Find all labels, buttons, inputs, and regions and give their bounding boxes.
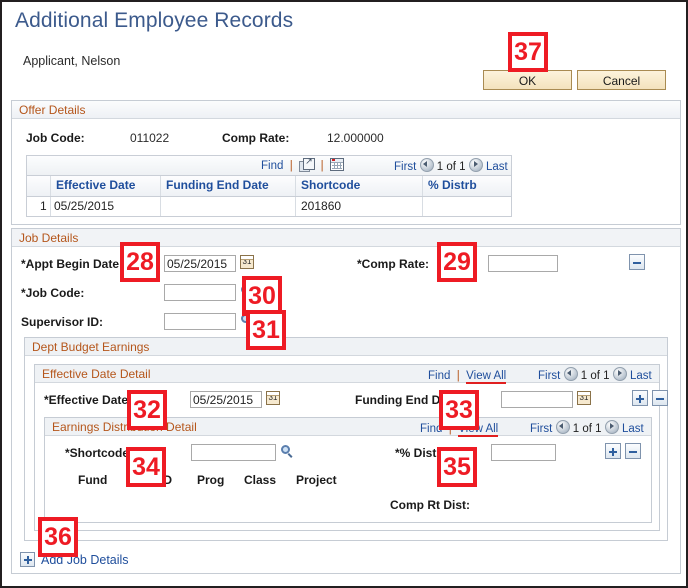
- edd-first-link[interactable]: First: [538, 370, 560, 382]
- grid-header-row: Effective Date Funding End Date Shortcod…: [27, 176, 511, 197]
- callout-35: 35: [437, 447, 477, 487]
- chartfield-header-fund: Fund: [78, 473, 108, 487]
- grid-nav-right: First 1 of 1 Last: [394, 158, 508, 173]
- shortcode-input[interactable]: [191, 444, 276, 461]
- dept-budget-earnings-group: Dept Budget Earnings Effective Date Deta…: [24, 337, 668, 541]
- edist-nav-right: First 1 of 1 Last: [530, 420, 644, 438]
- cancel-button[interactable]: Cancel: [577, 70, 666, 90]
- pct-dist-label: *% Dist:: [395, 446, 441, 460]
- job-details-header: Job Details: [12, 229, 680, 247]
- calendar-icon-appt-begin-date[interactable]: 31: [240, 255, 254, 269]
- job-code-label: *Job Code:: [21, 286, 85, 300]
- offer-comp-rate-value: 12.000000: [327, 131, 384, 145]
- edist-first-link[interactable]: First: [530, 423, 552, 435]
- shortcode-label: *Shortcode:: [65, 446, 134, 460]
- callout-34: 34: [126, 447, 166, 487]
- table-row[interactable]: 1 05/25/2015 201860: [27, 197, 511, 216]
- offer-details-group: Offer Details Job Code: 011022 Comp Rate…: [11, 100, 681, 225]
- previous-page-icon[interactable]: [419, 158, 434, 172]
- job-details-comp-rate-input[interactable]: [488, 255, 558, 272]
- chartfield-header-project: Project: [296, 473, 337, 487]
- calendar-icon-funding-end-date[interactable]: 31: [577, 391, 591, 405]
- effective-date-label: *Effective Date:: [44, 393, 133, 407]
- nav-separator-1: |: [286, 160, 296, 172]
- edd-last-link[interactable]: Last: [630, 370, 652, 382]
- page-indicator: 1 of 1: [436, 161, 466, 173]
- job-code-input[interactable]: [164, 284, 236, 301]
- column-header-effective-date[interactable]: Effective Date: [56, 178, 135, 192]
- edd-nav-right: First 1 of 1 Last: [538, 367, 652, 385]
- offer-job-code-label: Job Code:: [26, 131, 85, 145]
- calendar-icon-effective-date[interactable]: 31: [266, 391, 280, 405]
- appt-begin-date-label: *Appt Begin Date:: [21, 257, 123, 271]
- column-header-funding-end-date[interactable]: Funding End Date: [166, 178, 269, 192]
- edd-nav-separator: |: [453, 370, 463, 382]
- dept-budget-earnings-header: Dept Budget Earnings: [25, 338, 667, 356]
- appt-begin-date-input[interactable]: [164, 255, 236, 272]
- last-link[interactable]: Last: [486, 161, 508, 173]
- delete-earnings-distribution-row-button[interactable]: [625, 443, 641, 459]
- cell-shortcode: 201860: [301, 199, 342, 213]
- download-to-excel-icon[interactable]: [299, 156, 316, 172]
- callout-29: 29: [437, 242, 477, 282]
- chartfield-header-prog: Prog: [197, 473, 225, 487]
- delete-job-details-row-button[interactable]: [629, 254, 645, 270]
- column-header-pct-distrb[interactable]: % Distrb: [428, 178, 477, 192]
- effective-date-detail-header: Effective Date Detail Find | View All Fi…: [35, 365, 659, 385]
- applicant-name: Applicant, Nelson: [23, 54, 121, 68]
- chartfield-header-class: Class: [244, 473, 277, 487]
- offer-details-header: Offer Details: [12, 101, 680, 119]
- edist-page-indicator: 1 of 1: [572, 423, 602, 435]
- funding-end-date-input[interactable]: [501, 391, 573, 408]
- job-details-comp-rate-label: *Comp Rate:: [357, 257, 430, 271]
- row-number: 1: [40, 199, 47, 213]
- edist-previous-page-icon[interactable]: [555, 420, 570, 434]
- supervisor-id-input[interactable]: [164, 313, 236, 330]
- callout-32: 32: [127, 390, 167, 430]
- callout-36: 36: [38, 517, 78, 557]
- find-link[interactable]: Find: [261, 160, 283, 172]
- grid-nav-left: Find | |: [261, 156, 344, 172]
- grid-view-icon[interactable]: [329, 158, 344, 171]
- supervisor-id-label: Supervisor ID:: [21, 315, 104, 329]
- add-earnings-distribution-row-button[interactable]: [605, 443, 621, 459]
- first-link[interactable]: First: [394, 161, 416, 173]
- offer-comp-rate-label: Comp Rate:: [222, 131, 290, 145]
- effective-date-detail-title: Effective Date Detail: [42, 367, 151, 381]
- callout-33: 33: [439, 390, 479, 430]
- callout-37: 37: [508, 32, 548, 72]
- pct-dist-input[interactable]: [491, 444, 556, 461]
- edd-previous-page-icon[interactable]: [563, 367, 578, 381]
- edd-page-indicator: 1 of 1: [580, 370, 610, 382]
- job-details-group: Job Details *Appt Begin Date: 31 *Comp R…: [11, 228, 681, 574]
- column-header-shortcode[interactable]: Shortcode: [301, 178, 360, 192]
- nav-separator-2: |: [317, 160, 327, 172]
- offer-details-grid: Find | | First 1: [26, 155, 512, 217]
- cell-effective-date: 05/25/2015: [54, 199, 115, 213]
- ok-button[interactable]: OK: [483, 70, 572, 90]
- edd-next-page-icon[interactable]: [612, 367, 627, 381]
- add-effective-date-row-button[interactable]: [632, 390, 648, 406]
- page-title: Additional Employee Records: [15, 9, 294, 32]
- delete-effective-date-row-button[interactable]: [652, 390, 668, 406]
- effective-date-input[interactable]: [190, 391, 262, 408]
- callout-31: 31: [246, 310, 286, 350]
- edd-find-link[interactable]: Find: [428, 370, 450, 382]
- grid-nav-bar: Find | | First 1: [27, 156, 511, 176]
- edist-next-page-icon[interactable]: [604, 420, 619, 434]
- edist-last-link[interactable]: Last: [622, 423, 644, 435]
- next-page-icon[interactable]: [468, 158, 483, 172]
- edd-view-all-link[interactable]: View All: [466, 370, 507, 384]
- earnings-distribution-detail-title: Earnings Distribution Detail: [52, 420, 197, 434]
- offer-job-code-value: 011022: [130, 131, 170, 145]
- lookup-icon-shortcode[interactable]: [281, 445, 295, 459]
- callout-28: 28: [120, 242, 160, 282]
- application-window: Additional Employee Records Applicant, N…: [0, 0, 688, 588]
- comp-rt-dist-label: Comp Rt Dist:: [390, 498, 470, 512]
- edd-nav-left: Find | View All: [428, 367, 507, 385]
- plus-icon[interactable]: [20, 552, 35, 567]
